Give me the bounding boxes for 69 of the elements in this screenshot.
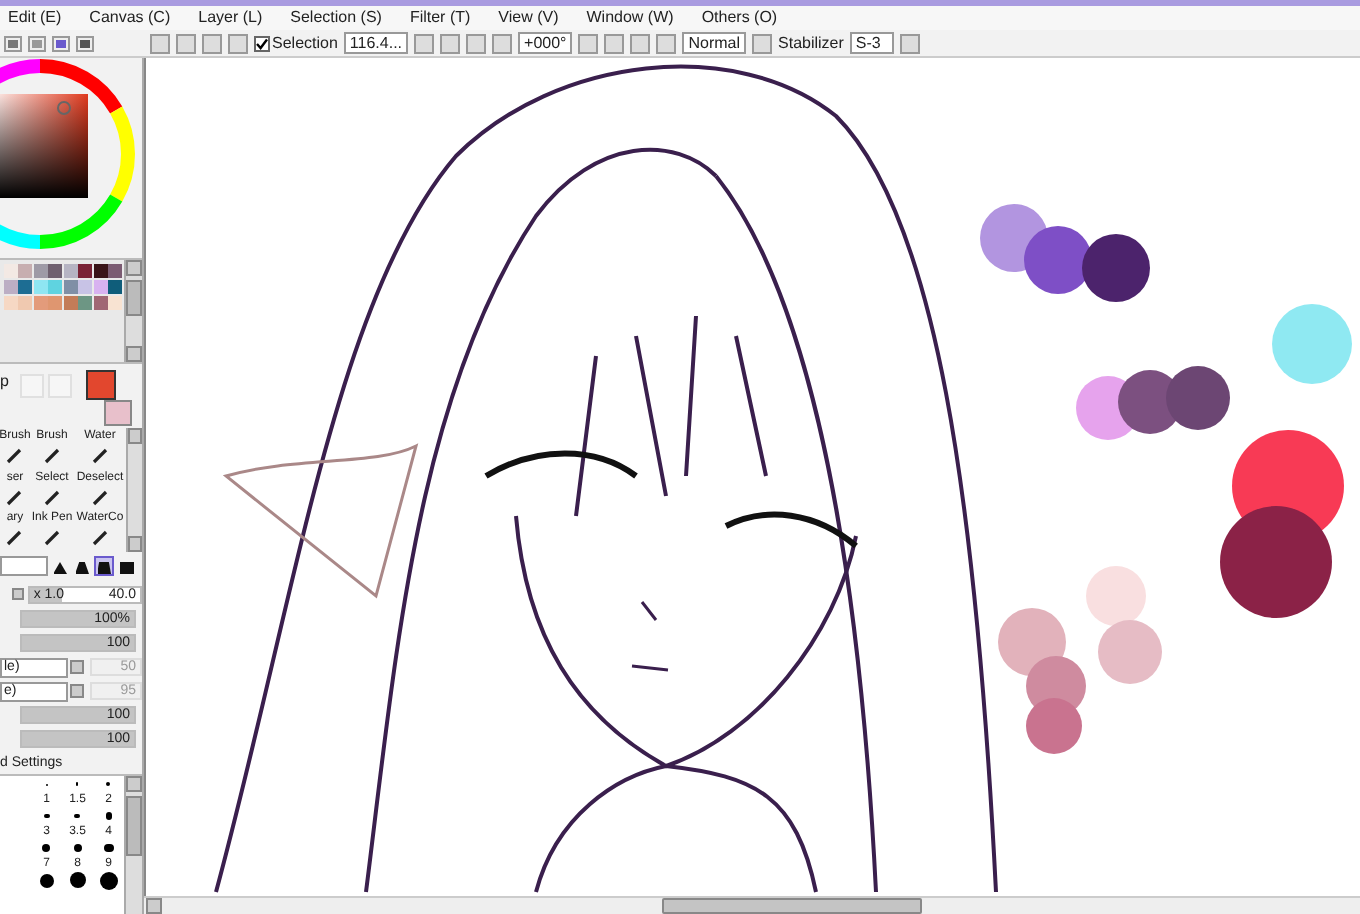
toolbar-button[interactable] — [899, 33, 920, 53]
toolbar-button[interactable] — [440, 33, 461, 53]
palette-swatch[interactable] — [33, 279, 47, 293]
palette-swatch[interactable] — [63, 263, 77, 277]
palette-swatch[interactable] — [18, 295, 32, 309]
scrollbar-thumb[interactable] — [126, 280, 142, 316]
toolbar-button[interactable] — [492, 33, 513, 53]
toolbar-button[interactable] — [414, 33, 435, 53]
palette-swatch[interactable] — [78, 263, 92, 277]
zoom-field[interactable]: 116.4... — [343, 32, 409, 54]
menu-item[interactable]: Layer (L) — [198, 6, 263, 30]
palette-swatch[interactable] — [78, 279, 92, 293]
palette-swatch[interactable] — [18, 279, 32, 293]
brush-tool-icon[interactable] — [91, 528, 109, 547]
menu-item[interactable]: Filter (T) — [409, 6, 471, 30]
menu-item[interactable]: Edit (E) — [8, 6, 62, 30]
palette-swatch[interactable] — [18, 263, 32, 277]
palette-swatch[interactable] — [3, 279, 17, 293]
palette-swatch[interactable] — [93, 279, 107, 293]
brush-shape-icon[interactable] — [116, 556, 136, 576]
selection-label: Selection — [272, 31, 338, 55]
scroll-left-button[interactable] — [146, 898, 162, 914]
brush-tool-icon[interactable] — [43, 446, 61, 464]
palette-swatch[interactable] — [48, 279, 62, 293]
primary-color-swatch[interactable] — [86, 370, 116, 400]
palette-swatch[interactable] — [33, 295, 47, 309]
menu-item[interactable]: Others (O) — [701, 6, 778, 30]
brush-tool-icon[interactable] — [91, 446, 109, 464]
brush-shape-icon[interactable] — [72, 556, 92, 576]
toolbar-button[interactable] — [656, 33, 677, 53]
scrollbar-thumb[interactable] — [126, 796, 142, 856]
palette-swatch[interactable] — [63, 279, 77, 293]
palette-swatch[interactable] — [48, 263, 62, 277]
secondary-color-swatch[interactable] — [104, 400, 132, 426]
palette-swatch[interactable] — [108, 295, 122, 309]
toolbar-button[interactable] — [466, 33, 487, 53]
palette-swatch[interactable] — [93, 263, 107, 277]
menu-item[interactable]: Selection (S) — [290, 6, 382, 30]
angle-field[interactable]: +000° — [518, 32, 573, 54]
toolbar-button[interactable] — [630, 33, 651, 53]
blend-mode-field[interactable]: Normal — [682, 32, 747, 54]
stabilizer-field[interactable]: S-3 — [849, 32, 894, 54]
toolbar-button[interactable] — [604, 33, 625, 53]
toolbar-button[interactable] — [752, 33, 773, 53]
scroll-down-button[interactable] — [126, 346, 142, 362]
palette-swatch[interactable] — [108, 279, 122, 293]
brush-shape-icon[interactable] — [94, 556, 114, 576]
selection-checkbox[interactable] — [254, 35, 270, 51]
palette-swatch[interactable] — [33, 263, 47, 277]
brush-tool-icon[interactable] — [6, 446, 24, 464]
palette-swatch[interactable] — [48, 295, 62, 309]
palette-swatch[interactable] — [3, 295, 17, 309]
menu-item[interactable]: Canvas (C) — [89, 6, 171, 30]
palette-swatch[interactable] — [108, 263, 122, 277]
palette-swatch[interactable] — [63, 295, 77, 309]
tool-label: p — [0, 370, 11, 394]
stabilizer-label: Stabilizer — [778, 31, 844, 55]
toolbar-button[interactable] — [578, 33, 599, 53]
scroll-up-button[interactable] — [126, 776, 142, 792]
size-toggle[interactable] — [12, 588, 24, 600]
palette-swatch[interactable] — [3, 263, 17, 277]
scroll-up-button[interactable] — [128, 428, 142, 444]
scroll-down-button[interactable] — [128, 536, 142, 552]
palette-swatch[interactable] — [93, 295, 107, 309]
brush-tool-icon[interactable] — [91, 487, 109, 506]
scrollbar-thumb[interactable] — [662, 898, 922, 914]
palette-swatch[interactable] — [78, 295, 92, 309]
menu-item[interactable]: Window (W) — [586, 6, 674, 30]
menu-item[interactable]: View (V) — [498, 6, 559, 30]
